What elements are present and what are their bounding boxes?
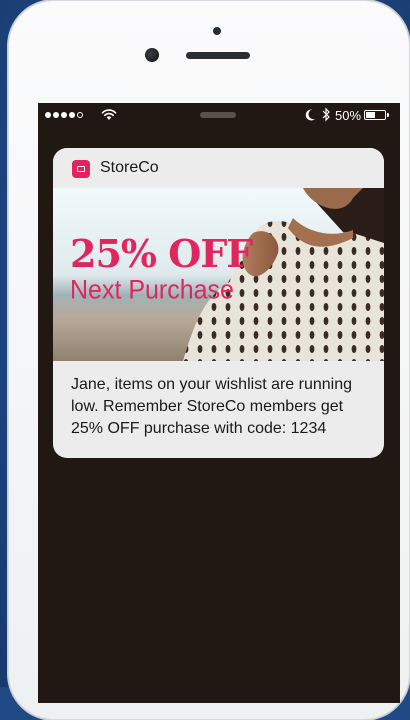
banner-headline: 25% OFF bbox=[70, 231, 253, 276]
signal-dot bbox=[53, 112, 59, 118]
do-not-disturb-moon-icon bbox=[305, 109, 315, 121]
earpiece-speaker bbox=[186, 52, 250, 59]
battery-icon bbox=[364, 110, 386, 120]
signal-dot bbox=[45, 112, 51, 118]
notification-message: Jane, items on your wishlist are running… bbox=[71, 376, 353, 437]
battery-level-fill bbox=[366, 112, 375, 118]
banner-subheadline: Next Purchase bbox=[70, 274, 234, 306]
wifi-icon bbox=[101, 109, 117, 120]
notification-grabber[interactable] bbox=[200, 112, 236, 118]
signal-dot bbox=[61, 112, 67, 118]
signal-dot bbox=[77, 112, 83, 118]
cellular-signal-icon bbox=[45, 112, 83, 118]
status-bar: 50% bbox=[38, 103, 400, 129]
battery-percentage: 50% bbox=[335, 108, 362, 123]
app-name: StoreCo bbox=[100, 159, 159, 176]
proximity-sensor bbox=[213, 27, 221, 35]
notification-header: StoreCo bbox=[53, 148, 384, 188]
front-camera bbox=[145, 48, 159, 62]
signal-dot bbox=[69, 112, 75, 118]
battery-nub bbox=[387, 113, 389, 117]
lock-screen: 50% StoreCo 25% OFF Next Purchase Jane, … bbox=[38, 103, 400, 703]
phone-frame: 50% StoreCo 25% OFF Next Purchase Jane, … bbox=[8, 0, 410, 720]
notification-card[interactable]: StoreCo 25% OFF Next Purchase Jane, item… bbox=[53, 148, 384, 458]
promo-banner-image[interactable]: 25% OFF Next Purchase bbox=[53, 188, 384, 361]
store-icon bbox=[72, 160, 90, 178]
bluetooth-icon bbox=[322, 107, 330, 122]
